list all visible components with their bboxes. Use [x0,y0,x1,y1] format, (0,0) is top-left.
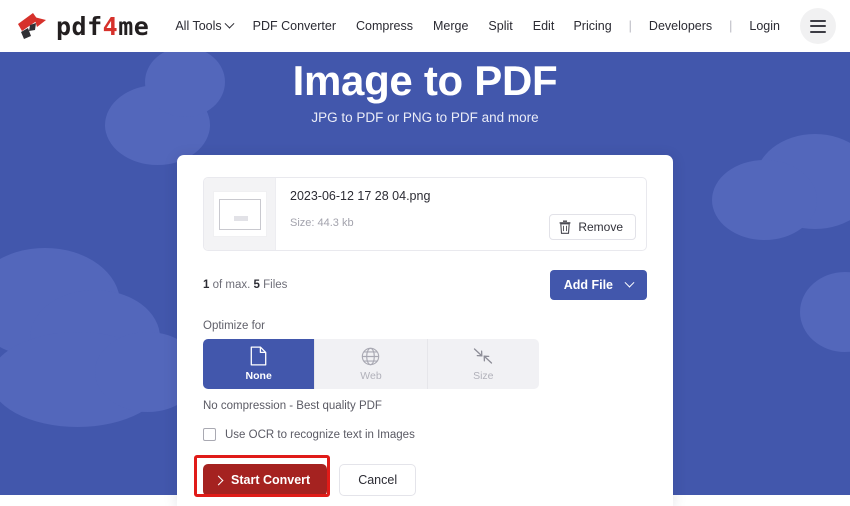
optimize-option-none[interactable]: None [203,339,316,389]
hamburger-menu-icon[interactable] [800,8,836,44]
cancel-button[interactable]: Cancel [339,464,417,496]
nav-label: Split [488,19,513,33]
optimize-label: Optimize for [203,320,265,332]
converter-card: 2023-06-12 17 28 04.png Size: 44.3 kb Re… [177,155,673,506]
site-header: pdf4me All Tools PDF Converter Compress … [0,0,850,52]
add-file-label: Add File [563,278,613,292]
optimize-hint: No compression - Best quality PDF [203,400,382,412]
trash-icon [559,220,571,234]
card-content: 2023-06-12 17 28 04.png Size: 44.3 kb Re… [177,155,673,496]
nav-item-pdf-converter[interactable]: PDF Converter [253,19,336,33]
nav-label: PDF Converter [252,19,337,33]
start-convert-button[interactable]: Start Convert [203,464,328,496]
document-icon [250,346,267,366]
nav-separator: | [628,19,632,33]
ocr-label: Use OCR to recognize text in Images [225,428,415,441]
logo-wordmark: pdf4me [56,14,149,39]
page-subtitle: JPG to PDF or PNG to PDF and more [311,110,539,125]
page-root: pdf4me All Tools PDF Converter Compress … [0,0,850,506]
nav-item-pricing[interactable]: Pricing [573,19,611,33]
page-title: Image to PDF [292,57,558,104]
remove-file-button[interactable]: Remove [549,214,636,240]
secondary-nav: Pricing | Developers | Login [573,8,836,44]
file-list-item: 2023-06-12 17 28 04.png Size: 44.3 kb Re… [203,177,647,251]
nav-item-login[interactable]: Login [749,19,780,33]
nav-label: All Tools [175,19,222,33]
nav-item-developers[interactable]: Developers [649,19,712,33]
burger-line [810,19,826,22]
ocr-checkbox-row[interactable]: Use OCR to recognize text in Images [203,428,647,441]
nav-item-compress[interactable]: Compress [356,19,413,33]
nav-separator: | [729,19,733,33]
optimize-segmented-control: None Web Size [203,339,539,389]
burger-line [810,25,826,27]
burger-line [810,30,826,33]
logo-text-me: me [118,11,150,41]
optimize-option-size[interactable]: Size [427,339,539,389]
nav-label: Compress [356,19,413,33]
site-logo[interactable]: pdf4me [16,11,149,41]
file-name: 2023-06-12 17 28 04.png [290,189,431,203]
globe-icon [362,347,380,365]
nav-item-edit[interactable]: Edit [533,19,555,33]
pdf4me-logo-icon [18,13,46,39]
add-file-button[interactable]: Add File [549,270,647,300]
nav-label: Merge [432,19,469,33]
file-count-suffix: Files [259,279,288,291]
ocr-checkbox[interactable] [203,428,216,441]
thumbnail-preview [212,191,267,237]
compress-arrows-icon [474,347,493,364]
nav-item-merge[interactable]: Merge [433,19,468,33]
file-thumbnail-icon [204,178,276,250]
chevron-right-icon [213,475,224,485]
nav-item-all-tools[interactable]: All Tools [175,18,235,33]
optimize-option-web[interactable]: Web [315,339,428,389]
logo-text-pdf: pdf [56,11,103,41]
action-button-row: Start Convert Cancel [203,464,647,496]
file-count-mid: of max. [209,279,254,291]
optimize-option-label: None [245,370,272,382]
file-count-text: 1 of max. 5 Files [203,279,287,291]
file-count-row: 1 of max. 5 Files Add File [203,270,647,300]
nav-label: Edit [532,19,555,33]
start-convert-label: Start Convert [231,473,311,487]
cloud-shape [800,272,850,352]
file-details: 2023-06-12 17 28 04.png Size: 44.3 kb Re… [276,178,646,250]
chevron-down-icon [624,277,635,288]
optimize-option-label: Size [473,369,494,382]
nav-item-split[interactable]: Split [488,19,512,33]
primary-nav: All Tools PDF Converter Compress Merge S… [175,18,555,33]
logo-text-4: 4 [102,11,119,41]
chevron-down-icon [224,18,235,29]
cloud-shape [712,160,817,240]
optimize-option-label: Web [360,369,382,382]
remove-label: Remove [578,220,623,234]
